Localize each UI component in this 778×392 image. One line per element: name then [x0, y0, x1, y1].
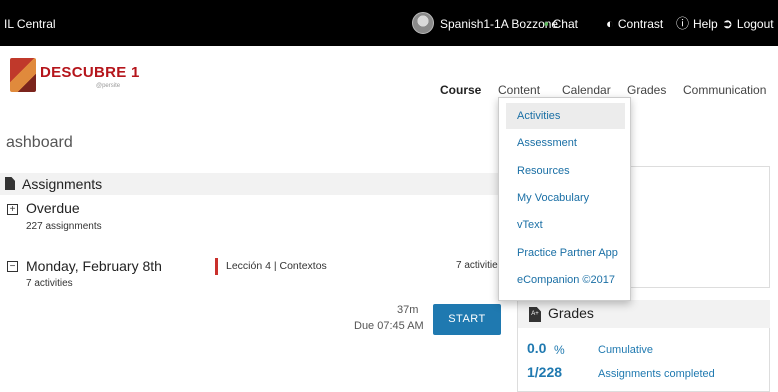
chat-label: Chat	[552, 17, 578, 31]
day-label[interactable]: Monday, February 8th	[26, 258, 162, 274]
course-selector[interactable]: Spanish1-1A Bozzone	[440, 17, 558, 31]
menu-item-my-vocabulary[interactable]: My Vocabulary	[506, 185, 625, 211]
logout-link[interactable]: ➲ Logout	[722, 17, 774, 31]
menu-item-assessment[interactable]: Assessment	[506, 130, 625, 156]
content-dropdown-menu: Activities Assessment Resources My Vocab…	[498, 97, 631, 301]
logout-label: Logout	[736, 17, 774, 31]
contrast-label: Contrast	[617, 17, 664, 31]
menu-item-resources[interactable]: Resources	[506, 158, 625, 184]
nav-communication[interactable]: Communication	[683, 83, 766, 97]
grades-header: A+ Grades	[518, 300, 770, 328]
due-time: Due 07:45 AM	[354, 320, 424, 332]
nav-content[interactable]: Content	[498, 83, 540, 97]
contrast-link[interactable]: ◐ Contrast	[606, 17, 663, 31]
lesson-title[interactable]: Lección 4 | Contextos	[226, 260, 327, 272]
cumulative-value: 0.0	[527, 340, 547, 356]
help-icon: ⓘ	[676, 16, 690, 31]
assignments-header: Assignments	[0, 173, 500, 195]
page-title: ashboard	[6, 134, 73, 151]
collapse-minus-icon[interactable]: −	[7, 261, 18, 272]
cumulative-label[interactable]: Cumulative	[598, 344, 653, 356]
brand-title: DESCUBRE 1	[40, 64, 140, 81]
completed-label[interactable]: Assignments completed	[598, 368, 715, 380]
logout-icon: ➲	[722, 16, 733, 31]
menu-item-activities[interactable]: Activities	[506, 103, 625, 129]
top-bar: IL Central Spanish1-1A Bozzone ▪ Chat ◐ …	[0, 0, 778, 46]
day-activity-count: 7 activities	[26, 278, 73, 289]
duration: 37m	[397, 304, 419, 316]
grade-report-icon: A+	[529, 307, 541, 322]
help-label: Help	[693, 17, 718, 31]
start-button[interactable]: START	[433, 304, 501, 335]
document-icon	[5, 177, 15, 190]
menu-item-vtext[interactable]: vText	[506, 212, 625, 238]
book-cover-logo[interactable]	[10, 58, 36, 92]
grades-heading: Grades	[548, 305, 594, 321]
avatar[interactable]	[412, 12, 434, 34]
brand-subtitle: @persite	[96, 83, 121, 89]
overdue-count: 227 assignments	[26, 221, 102, 232]
chat-icon: ▪	[544, 16, 549, 31]
nav-calendar[interactable]: Calendar	[562, 83, 611, 97]
menu-item-practice-partner[interactable]: Practice Partner App	[506, 240, 625, 266]
contrast-icon: ◐	[606, 16, 614, 31]
nav-grades[interactable]: Grades	[627, 83, 666, 97]
lesson-marker	[215, 258, 218, 275]
help-link[interactable]: ⓘ Help	[676, 17, 718, 31]
completed-value: 1/228	[527, 364, 563, 380]
chat-link[interactable]: ▪ Chat	[544, 17, 578, 31]
expand-plus-icon[interactable]: +	[7, 204, 18, 215]
assignments-heading: Assignments	[22, 176, 103, 192]
nav-course[interactable]: Course	[440, 83, 481, 97]
menu-item-ecompanion[interactable]: eCompanion ©2017	[506, 267, 625, 293]
app-title[interactable]: IL Central	[4, 17, 56, 31]
cumulative-unit: %	[554, 343, 565, 357]
lesson-activity-count: 7 activities	[456, 260, 503, 271]
overdue-label[interactable]: Overdue	[26, 200, 80, 216]
